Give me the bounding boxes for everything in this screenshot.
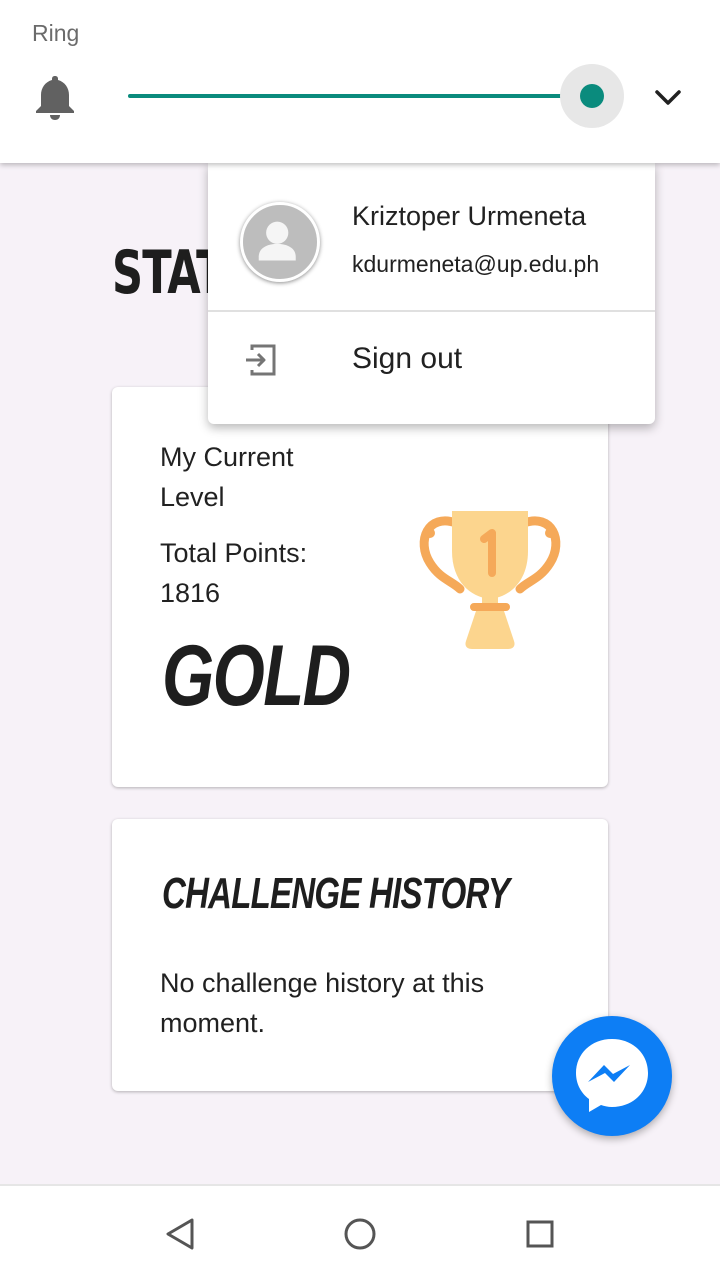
ring-label: Ring	[32, 20, 80, 46]
level-caption: My Current Level	[160, 442, 294, 512]
slider-track	[128, 94, 592, 98]
person-icon	[258, 221, 296, 261]
challenge-history-card: CHALLENGE HISTORY No challenge history a…	[112, 819, 608, 1091]
messenger-button[interactable]	[552, 1016, 672, 1136]
exit-icon	[246, 344, 276, 376]
total-points-value: 1816	[160, 578, 221, 608]
system-nav-bar	[0, 1184, 720, 1280]
account-menu: Kriztoper Urmeneta kdurmeneta@up.edu.ph …	[208, 163, 655, 424]
level-name: GOLD	[162, 628, 351, 724]
challenge-history-title: CHALLENGE HISTORY	[162, 869, 510, 918]
home-icon[interactable]	[342, 1214, 378, 1254]
sign-out-label: Sign out	[352, 342, 463, 375]
bell-icon[interactable]	[34, 74, 76, 120]
back-icon[interactable]	[162, 1214, 198, 1254]
avatar[interactable]	[240, 202, 320, 282]
level-card: My Current Level Total Points: 1816 GOLD	[112, 387, 608, 787]
user-email: kdurmeneta@up.edu.ph	[352, 251, 600, 277]
chevron-down-icon[interactable]	[652, 84, 684, 110]
total-points-label: Total Points:	[160, 538, 308, 568]
volume-panel: Ring	[0, 0, 720, 163]
user-name: Kriztoper Urmeneta	[352, 201, 587, 231]
messenger-icon	[576, 1039, 648, 1112]
slider-thumb[interactable]	[580, 84, 604, 108]
trophy-icon	[419, 511, 561, 649]
challenge-history-empty-message: No challenge history at this moment.	[160, 968, 485, 1038]
recents-icon[interactable]	[522, 1214, 558, 1254]
sign-out-menu-item[interactable]: Sign out	[208, 312, 655, 424]
ring-volume-slider[interactable]	[128, 64, 628, 128]
